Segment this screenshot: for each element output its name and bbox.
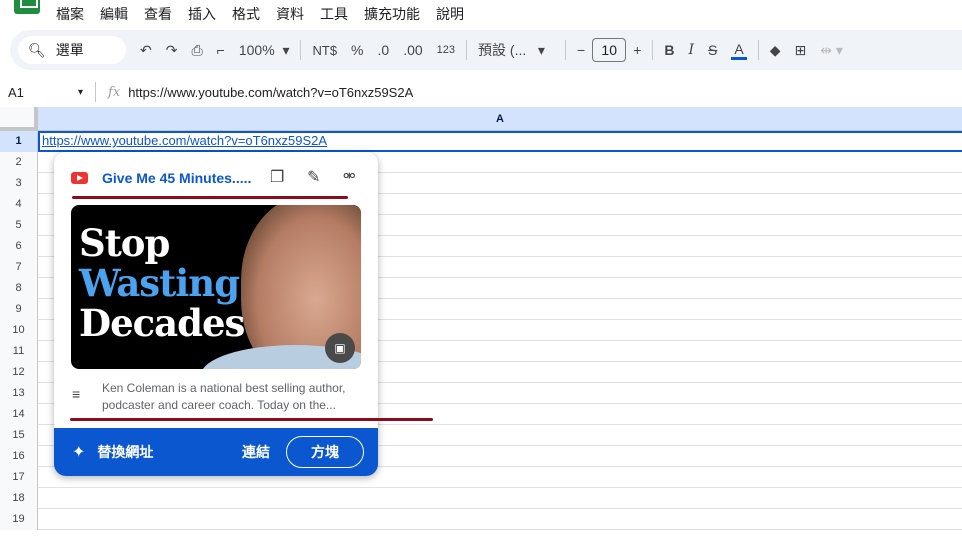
row-header[interactable]: 4 xyxy=(0,194,38,215)
row-header[interactable]: 14 xyxy=(0,404,38,425)
video-description: Ken Coleman is a national best selling a… xyxy=(102,381,346,412)
thumbnail-text: Wasting xyxy=(79,261,240,305)
menu-tools[interactable]: 工具 xyxy=(320,4,348,24)
percent-button[interactable]: % xyxy=(351,42,363,58)
grid-row: 19 xyxy=(0,509,962,530)
divider xyxy=(466,40,468,60)
font-select[interactable]: 預設 (... ▾ xyxy=(478,40,554,60)
picture-in-picture-icon[interactable]: ▣ xyxy=(325,333,355,363)
menu-data[interactable]: 資料 xyxy=(276,4,304,24)
thumbnail-text: Stop xyxy=(79,221,170,265)
menu-insert[interactable]: 插入 xyxy=(188,4,216,24)
link-title[interactable]: Give Me 45 Minutes..... xyxy=(102,170,251,186)
row-header[interactable]: 17 xyxy=(0,467,38,488)
menu-format[interactable]: 格式 xyxy=(232,4,260,24)
text-color-button[interactable]: A xyxy=(731,41,747,60)
row-header[interactable]: 10 xyxy=(0,320,38,341)
toolbar: 🔍︎ 選單 ↶ ↷ ⎙ ⌐ 100% ▾ NT$ % .0 .00 123 預設 … xyxy=(10,30,962,70)
row-header[interactable]: 1 xyxy=(0,131,38,152)
decrease-decimal-button[interactable]: .0 xyxy=(378,42,390,58)
decrease-font-size-button[interactable]: − xyxy=(577,42,585,58)
paint-format-icon[interactable]: ⌐ xyxy=(217,42,225,58)
row-header[interactable]: 8 xyxy=(0,278,38,299)
replace-url-button[interactable]: 替換網址 xyxy=(97,442,153,462)
row-header[interactable]: 9 xyxy=(0,299,38,320)
divider xyxy=(300,40,302,60)
borders-icon[interactable]: ⊞ xyxy=(795,42,807,59)
row-header[interactable]: 11 xyxy=(0,341,38,362)
font-value: 預設 (... xyxy=(478,42,527,58)
menu-help[interactable]: 說明 xyxy=(436,4,464,24)
fx-icon: fx xyxy=(108,84,121,100)
youtube-icon xyxy=(71,172,88,184)
divider xyxy=(652,40,654,60)
row-header[interactable]: 2 xyxy=(0,152,38,173)
chip-button[interactable]: 方塊 xyxy=(286,436,364,468)
formula-input[interactable]: https://www.youtube.com/watch?v=oT6nxz59… xyxy=(128,85,413,100)
print-icon[interactable]: ⎙ xyxy=(191,42,202,59)
link-button[interactable]: 連結 xyxy=(242,442,270,462)
menu-extensions[interactable]: 擴充功能 xyxy=(364,4,420,24)
row-header[interactable]: 3 xyxy=(0,173,38,194)
zoom-select[interactable]: 100% ▾ xyxy=(239,42,290,59)
strikethrough-button[interactable]: S xyxy=(708,42,717,58)
copy-icon[interactable]: ❐ xyxy=(270,167,284,187)
row-header[interactable]: 6 xyxy=(0,236,38,257)
description-icon: ≡ xyxy=(72,386,81,402)
thumbnail-text: Decades xyxy=(79,301,245,345)
italic-button[interactable]: I xyxy=(689,42,695,58)
sparkle-icon: ✦ xyxy=(72,444,86,461)
annotation-underline xyxy=(70,418,433,421)
zoom-value: 100% xyxy=(238,41,275,58)
increase-decimal-button[interactable]: .00 xyxy=(403,42,422,58)
redo-icon[interactable]: ↷ xyxy=(166,42,178,59)
edit-icon[interactable]: ✎ xyxy=(307,167,320,187)
row-header[interactable]: 19 xyxy=(0,509,38,530)
menu-edit[interactable]: 編輯 xyxy=(100,4,128,24)
undo-icon[interactable]: ↶ xyxy=(140,42,152,59)
menu-file[interactable]: 檔案 xyxy=(56,4,84,24)
unlink-icon[interactable]: ⚮ xyxy=(343,167,356,185)
annotation-underline xyxy=(72,196,348,199)
divider xyxy=(565,40,567,60)
divider xyxy=(95,82,97,102)
name-box[interactable]: A1 xyxy=(8,85,78,100)
divider xyxy=(757,40,759,60)
row-header[interactable]: 12 xyxy=(0,362,38,383)
grid-row: 18 xyxy=(0,488,962,509)
menu-bar: 檔案 編輯 查看 插入 格式 資料 工具 擴充功能 說明 xyxy=(56,4,480,24)
menu-view[interactable]: 查看 xyxy=(144,4,172,24)
row-header[interactable]: 16 xyxy=(0,446,38,467)
row-header[interactable]: 5 xyxy=(0,215,38,236)
card-footer: ✦ 替換網址 連結 方塊 xyxy=(54,428,378,476)
formula-bar: A1 ▾ fx https://www.youtube.com/watch?v=… xyxy=(0,80,962,104)
currency-button[interactable]: NT$ xyxy=(312,43,337,58)
merge-cells-icon[interactable]: ⇹ ▾ xyxy=(820,42,843,59)
select-all-corner[interactable] xyxy=(0,107,38,131)
menu-search[interactable]: 🔍︎ 選單 xyxy=(18,36,126,64)
link-preview-card: Give Me 45 Minutes..... ❐ ✎ ⚮ Stop Wasti… xyxy=(54,152,378,476)
column-header-a[interactable]: A xyxy=(38,107,962,131)
row-header[interactable]: 13 xyxy=(0,383,38,404)
video-thumbnail[interactable]: Stop Wasting Decades ▣ xyxy=(71,205,361,369)
search-label: 選單 xyxy=(55,42,84,58)
increase-font-size-button[interactable]: + xyxy=(633,42,641,58)
sheets-logo[interactable] xyxy=(14,0,40,14)
fill-color-icon[interactable]: ◆ xyxy=(770,42,781,59)
row-header[interactable]: 15 xyxy=(0,425,38,446)
search-icon: 🔍︎ xyxy=(28,41,46,58)
name-box-dropdown-icon[interactable]: ▾ xyxy=(78,87,83,98)
font-size-input[interactable]: 10 xyxy=(592,38,627,62)
bold-button[interactable]: B xyxy=(664,42,674,58)
row-header[interactable]: 7 xyxy=(0,257,38,278)
cell-a1-link[interactable]: https://www.youtube.com/watch?v=oT6nxz59… xyxy=(42,133,327,148)
number-format-button[interactable]: 123 xyxy=(437,44,455,56)
row-header[interactable]: 18 xyxy=(0,488,38,509)
